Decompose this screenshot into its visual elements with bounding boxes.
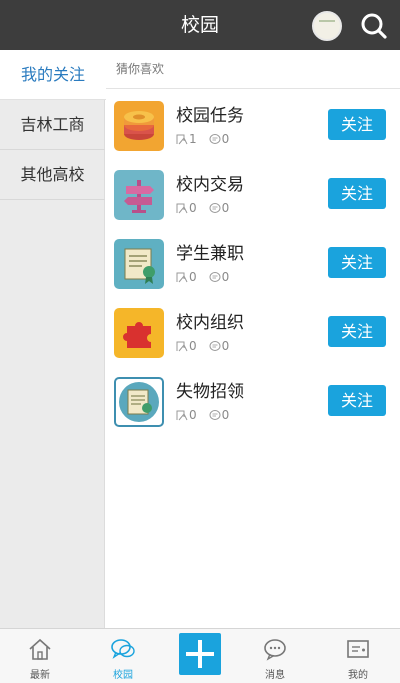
coin-stack-icon	[114, 101, 164, 151]
sidebar-item-other-schools[interactable]: 其他高校	[0, 150, 105, 200]
item-name: 校园任务	[176, 106, 244, 126]
recommend-list: 猜你喜欢 校园任务 1 0 关注 校内交易 0 0 关注 学生兼职 0 0 关注…	[106, 50, 400, 628]
item-stats: 0 0	[176, 339, 229, 353]
posts-count: 0	[221, 132, 230, 146]
comment-icon	[209, 272, 221, 282]
follow-button[interactable]: 关注	[328, 385, 386, 416]
follow-button[interactable]: 关注	[328, 109, 386, 140]
members-icon	[176, 341, 188, 352]
members-count: 0	[189, 339, 197, 353]
comment-icon	[209, 410, 221, 420]
list-item[interactable]: 学生兼职 0 0 关注	[106, 230, 400, 299]
comment-icon	[209, 203, 221, 213]
message-icon	[264, 639, 286, 661]
nav-label: 我的	[348, 670, 368, 681]
item-name: 学生兼职	[176, 244, 244, 264]
bottom-nav: 最新 校园 消息 我的	[0, 628, 400, 683]
avatar[interactable]	[312, 11, 342, 41]
puzzle-icon	[114, 308, 164, 358]
nav-label: 最新	[30, 670, 50, 681]
posts-count: 0	[221, 201, 230, 215]
profile-card-icon	[347, 640, 369, 658]
nav-mine[interactable]: 我的	[323, 629, 393, 683]
item-name: 失物招领	[176, 382, 244, 402]
members-count: 0	[189, 201, 197, 215]
follow-button[interactable]: 关注	[328, 247, 386, 278]
item-stats: 1 0	[176, 132, 229, 146]
home-icon	[29, 638, 51, 660]
item-stats: 0 0	[176, 270, 229, 284]
chat-bubbles-icon	[111, 639, 135, 659]
section-label: 猜你喜欢	[116, 62, 165, 76]
top-bar: 校园	[0, 0, 400, 50]
nav-label: 消息	[265, 670, 285, 681]
members-count: 0	[189, 270, 197, 284]
sidebar-item-my-follows[interactable]: 我的关注	[0, 50, 106, 100]
list-item[interactable]: 失物招领 0 0 关注	[106, 368, 400, 437]
nav-latest[interactable]: 最新	[5, 629, 75, 683]
item-stats: 0 0	[176, 201, 229, 215]
plus-icon[interactable]	[179, 633, 221, 675]
list-item[interactable]: 校内组织 0 0 关注	[106, 299, 400, 368]
divider	[106, 88, 400, 89]
follow-button[interactable]: 关注	[328, 178, 386, 209]
item-stats: 0 0	[176, 408, 229, 422]
item-name: 校内组织	[176, 313, 244, 333]
signpost-icon	[114, 170, 164, 220]
posts-count: 0	[221, 270, 230, 284]
comment-icon	[209, 134, 221, 144]
search-icon[interactable]	[360, 12, 388, 40]
category-sidebar: 我的关注 吉林工商 其他高校	[0, 50, 106, 628]
sidebar-item-jilin-gongshang[interactable]: 吉林工商	[0, 100, 105, 150]
list-item[interactable]: 校内交易 0 0 关注	[106, 161, 400, 230]
comment-icon	[209, 341, 221, 351]
nav-messages[interactable]: 消息	[240, 629, 310, 683]
members-count: 1	[189, 132, 197, 146]
nav-campus[interactable]: 校园	[88, 629, 158, 683]
members-count: 0	[189, 408, 197, 422]
members-icon	[176, 410, 188, 421]
certificate-icon	[114, 239, 164, 289]
members-icon	[176, 203, 188, 214]
item-name: 校内交易	[176, 175, 244, 195]
members-icon	[176, 272, 188, 283]
posts-count: 0	[221, 408, 230, 422]
certificate-badge-icon	[114, 377, 164, 427]
follow-button[interactable]: 关注	[328, 316, 386, 347]
posts-count: 0	[221, 339, 230, 353]
nav-label: 校园	[113, 670, 133, 681]
list-item[interactable]: 校园任务 1 0 关注	[106, 92, 400, 161]
members-icon	[176, 134, 188, 145]
